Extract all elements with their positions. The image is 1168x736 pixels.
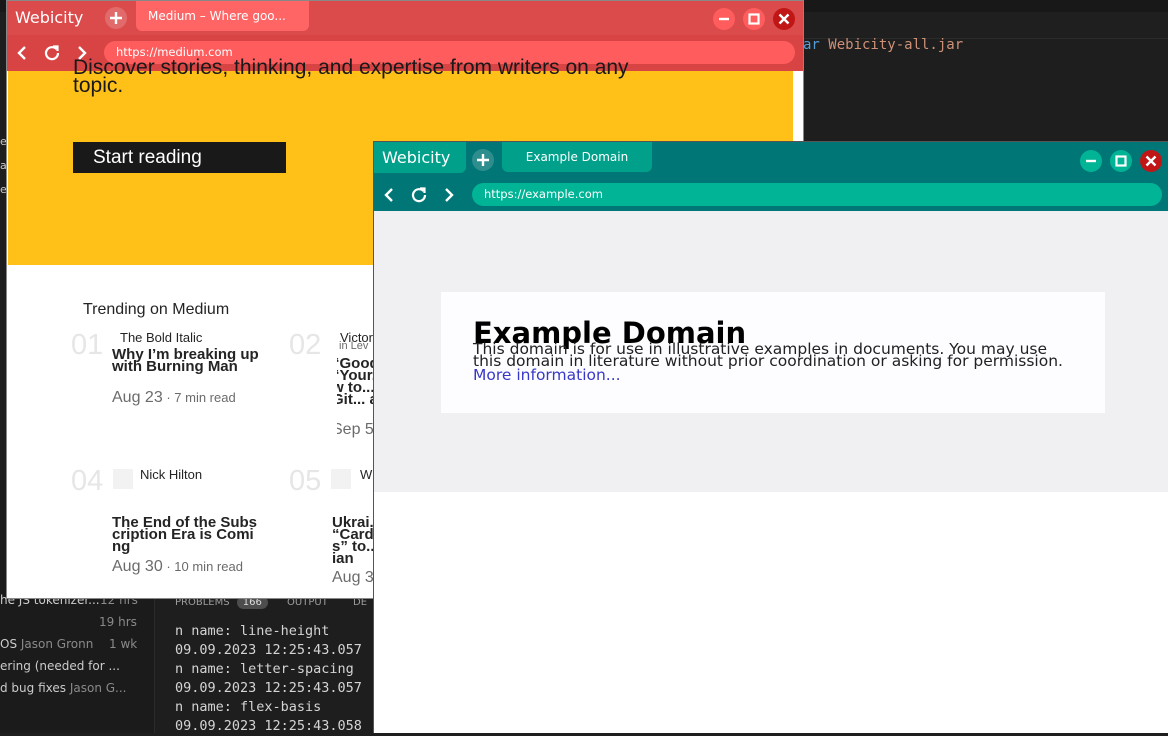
commit-message: ering (needed for ... <box>0 659 120 673</box>
terminal-line: n name: letter-spacing <box>175 661 354 677</box>
hero-tagline: Discover stories, thinking, and expertis… <box>73 56 629 97</box>
nav-bar: https://example.com <box>374 177 1168 213</box>
close-button[interactable] <box>773 8 795 30</box>
browser-brand: Webicity <box>7 1 100 35</box>
close-icon <box>778 13 790 25</box>
commit-time: 19 hrs <box>99 615 137 629</box>
article-publication: in Lev <box>339 340 369 352</box>
article-date: Aug 30 <box>112 558 163 575</box>
article-read-time: 10 min read <box>174 559 243 574</box>
commit-row[interactable]: d bug fixes Jason G... <box>0 681 127 701</box>
reload-button[interactable] <box>42 43 62 63</box>
tab-medium[interactable]: Medium – Where goo... <box>136 1 309 31</box>
article-number: 05 <box>289 465 322 497</box>
commit-author: Jason G... <box>69 681 127 695</box>
commit-message: OS <box>0 637 18 651</box>
article-title[interactable]: Why I’m breaking up with Burning Man <box>112 347 260 374</box>
new-tab-button[interactable] <box>105 7 127 29</box>
commit-author: Jason Gronn <box>20 637 94 651</box>
article-title: “Good... “Your... ow to... ct Git... age <box>337 355 374 408</box>
terminal-line: 09.09.2023 12:25:43.058 <box>175 718 362 734</box>
article-date: Sep 5 <box>337 421 374 438</box>
content-card: Example Domain This domain is for use in… <box>441 292 1105 413</box>
article-author[interactable]: The Bold Italic <box>120 330 202 345</box>
plus-icon <box>477 154 489 166</box>
title-bar[interactable]: Webicity Medium – Where goo... <box>7 1 803 35</box>
terminal-line: n name: line-height <box>175 623 330 639</box>
article-author: W <box>360 467 373 482</box>
terminal-line: 09.09.2023 12:25:43.057 <box>175 680 362 696</box>
chevron-left-icon <box>384 188 393 202</box>
commit-message: d bug fixes <box>0 681 67 695</box>
forward-button[interactable] <box>439 185 459 205</box>
chevron-left-icon <box>17 46 26 60</box>
commit-row[interactable]: ering (needed for ... <box>0 659 120 679</box>
minimize-icon <box>1086 159 1096 163</box>
close-icon <box>1145 155 1157 167</box>
article-number: 02 <box>289 329 322 361</box>
article-read-time: 7 min read <box>174 390 236 405</box>
code-text: Webicity-all.jar <box>819 37 964 53</box>
reload-icon <box>411 187 427 203</box>
article-card-clipped[interactable]: W Ukrai... “Card... s” to... ssian Aug 3 <box>331 463 374 593</box>
commit-row[interactable]: OS Jason Gronn 1 wk <box>0 637 137 657</box>
article-meta: Aug 23 · 7 min read <box>112 389 236 406</box>
article-card-clipped[interactable]: Victor in Lev “Good... “Your... ow to...… <box>337 327 374 447</box>
terminal-output: n name: line-height 09.09.2023 12:25:43.0… <box>175 622 362 736</box>
more-information-link[interactable]: More information... <box>473 366 621 384</box>
close-button[interactable] <box>1140 150 1162 172</box>
minimize-icon <box>719 17 729 21</box>
example-browser-window: Webicity Example Domain https://example.… <box>373 141 1168 733</box>
maximize-button[interactable] <box>743 8 765 30</box>
title-bar[interactable]: Webicity Example Domain <box>374 142 1168 180</box>
article-meta: Sep 5 <box>337 421 374 439</box>
article-title: Ukrai... “Card... s” to... ssian <box>332 514 374 567</box>
reload-icon <box>44 45 60 61</box>
code-keyword: ar <box>803 37 820 53</box>
maximize-button[interactable] <box>1110 150 1132 172</box>
article-number: 01 <box>71 329 104 361</box>
article-meta: Aug 30 · 10 min read <box>112 558 243 575</box>
ide-output-panel: PROBLEMS 166 OUTPUT DE n name: line-heig… <box>154 590 375 736</box>
maximize-icon <box>1115 155 1127 167</box>
browser-brand: Webicity <box>374 142 467 173</box>
reload-button[interactable] <box>409 185 429 205</box>
chevron-right-icon <box>445 188 454 202</box>
trending-heading: Trending on Medium <box>83 301 230 318</box>
avatar[interactable] <box>113 469 133 489</box>
terminal-line: n name: flex-basis <box>175 699 322 715</box>
minimize-button[interactable] <box>713 8 735 30</box>
article-date: Aug 23 <box>112 389 163 406</box>
article-title[interactable]: The End of the Subscription Era is Comin… <box>112 515 260 554</box>
minimize-button[interactable] <box>1080 150 1102 172</box>
new-tab-button[interactable] <box>472 149 494 171</box>
terminal-line: 09.09.2023 12:25:43.057 <box>175 642 362 658</box>
avatar <box>331 469 351 489</box>
address-bar[interactable]: https://example.com <box>472 183 1162 206</box>
back-button[interactable] <box>379 185 399 205</box>
back-button[interactable] <box>12 43 32 63</box>
plus-icon <box>110 12 122 24</box>
article-date: Aug 3 <box>332 569 374 586</box>
ide-editor-tabs <box>800 12 1168 39</box>
ide-code-line: ar Webicity-all.jar <box>803 37 963 53</box>
start-reading-button[interactable]: Start reading <box>73 142 286 173</box>
article-meta: Aug 3 <box>332 569 374 587</box>
page-paragraph: This domain is for use in illustrative e… <box>473 340 1063 370</box>
article-author[interactable]: Nick Hilton <box>140 467 202 482</box>
maximize-icon <box>748 13 760 25</box>
tab-example[interactable]: Example Domain <box>502 142 652 172</box>
commit-time: 1 wk <box>109 637 138 651</box>
article-number: 04 <box>71 465 104 497</box>
